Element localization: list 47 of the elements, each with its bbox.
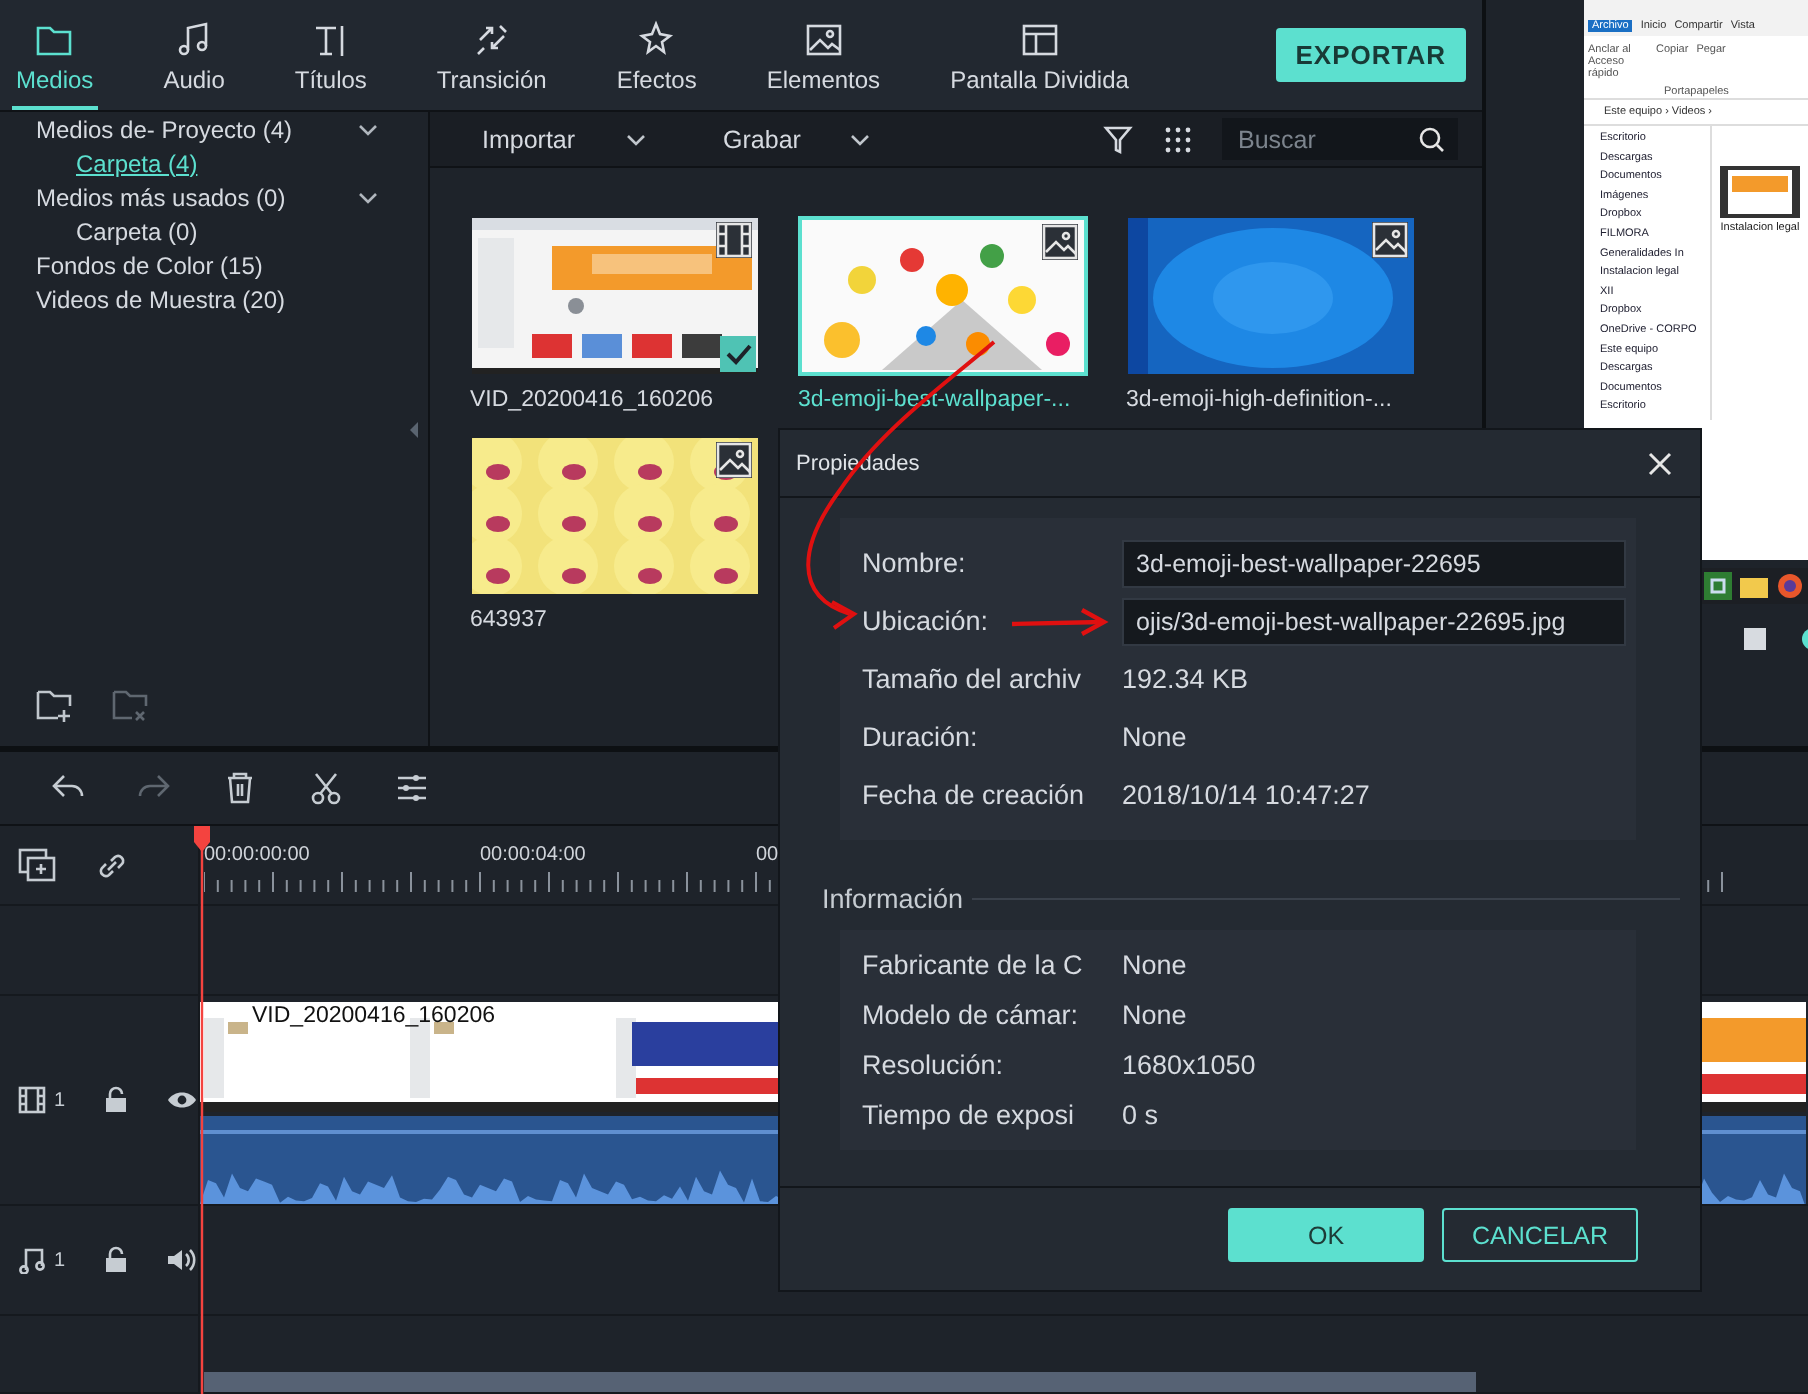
tab[interactable]: Efectos: [612, 0, 701, 110]
track-number: 1: [54, 1089, 66, 1111]
field-label: Fecha de creación: [862, 780, 1085, 810]
tab[interactable]: Audio: [159, 0, 229, 110]
field-label: Resolución:: [862, 1050, 1004, 1080]
library-item[interactable]: Carpeta (0): [76, 217, 198, 245]
cancel-button[interactable]: CANCELAR: [1442, 1208, 1638, 1262]
clip-title: VID_20200416_160206: [252, 1004, 496, 1028]
field-label: Tamaño del archiv: [862, 664, 1082, 694]
import-button[interactable]: Importar: [470, 123, 660, 155]
media-name: 3d-emoji-high-definition-...: [1126, 388, 1394, 412]
library-item[interactable]: Carpeta (4): [76, 149, 198, 177]
field-value: 2018/10/14 10:47:27: [1122, 780, 1372, 810]
media-name: 643937: [470, 608, 549, 632]
library-item[interactable]: Medios más usados (0): [36, 183, 286, 211]
library-item[interactable]: Fondos de Color (15): [36, 251, 263, 279]
field-value: None: [1122, 950, 1189, 980]
tab[interactable]: Elementos: [762, 0, 885, 110]
tab[interactable]: Medios: [12, 0, 98, 110]
tab[interactable]: Títulos: [290, 0, 371, 110]
field-value: None: [1122, 722, 1189, 752]
field-label: Nombre:: [862, 548, 966, 578]
text-field[interactable]: 3d-emoji-best-wallpaper-22695: [1122, 539, 1626, 587]
field-label: Duración:: [862, 722, 978, 752]
field-value: 0 s: [1122, 1100, 1161, 1130]
library-item[interactable]: Videos de Muestra (20): [36, 285, 286, 313]
field-label: Fabricante de la C: [862, 950, 1083, 980]
ok-button[interactable]: OK: [1228, 1208, 1424, 1262]
field-value: None: [1122, 1000, 1189, 1030]
field-label: Modelo de cámar:: [862, 1000, 1079, 1030]
field-value: 192.34 KB: [1122, 664, 1251, 694]
tab[interactable]: Transición: [432, 0, 551, 110]
library-item[interactable]: Medios de- Proyecto (4): [36, 115, 293, 143]
field-label: Tiempo de exposi: [862, 1100, 1075, 1130]
export-button[interactable]: EXPORTAR: [1275, 28, 1466, 82]
field-label: Ubicación:: [862, 606, 989, 636]
text-field[interactable]: ojis/3d-emoji-best-wallpaper-22695.jpg: [1122, 597, 1626, 645]
section-title: Información: [822, 884, 964, 914]
track-number: 1: [54, 1249, 66, 1271]
timecode: 00: [756, 844, 781, 866]
tab[interactable]: Pantalla Dividida: [946, 0, 1133, 110]
timecode: 00:00:04:00: [480, 844, 588, 866]
record-button[interactable]: Grabar: [711, 123, 885, 155]
field-value: 1680x1050: [1122, 1050, 1258, 1080]
search-field[interactable]: Buscar: [1222, 118, 1458, 160]
media-name: VID_20200416_160206: [470, 388, 716, 412]
timecode: 00:00:00:00: [204, 844, 312, 866]
